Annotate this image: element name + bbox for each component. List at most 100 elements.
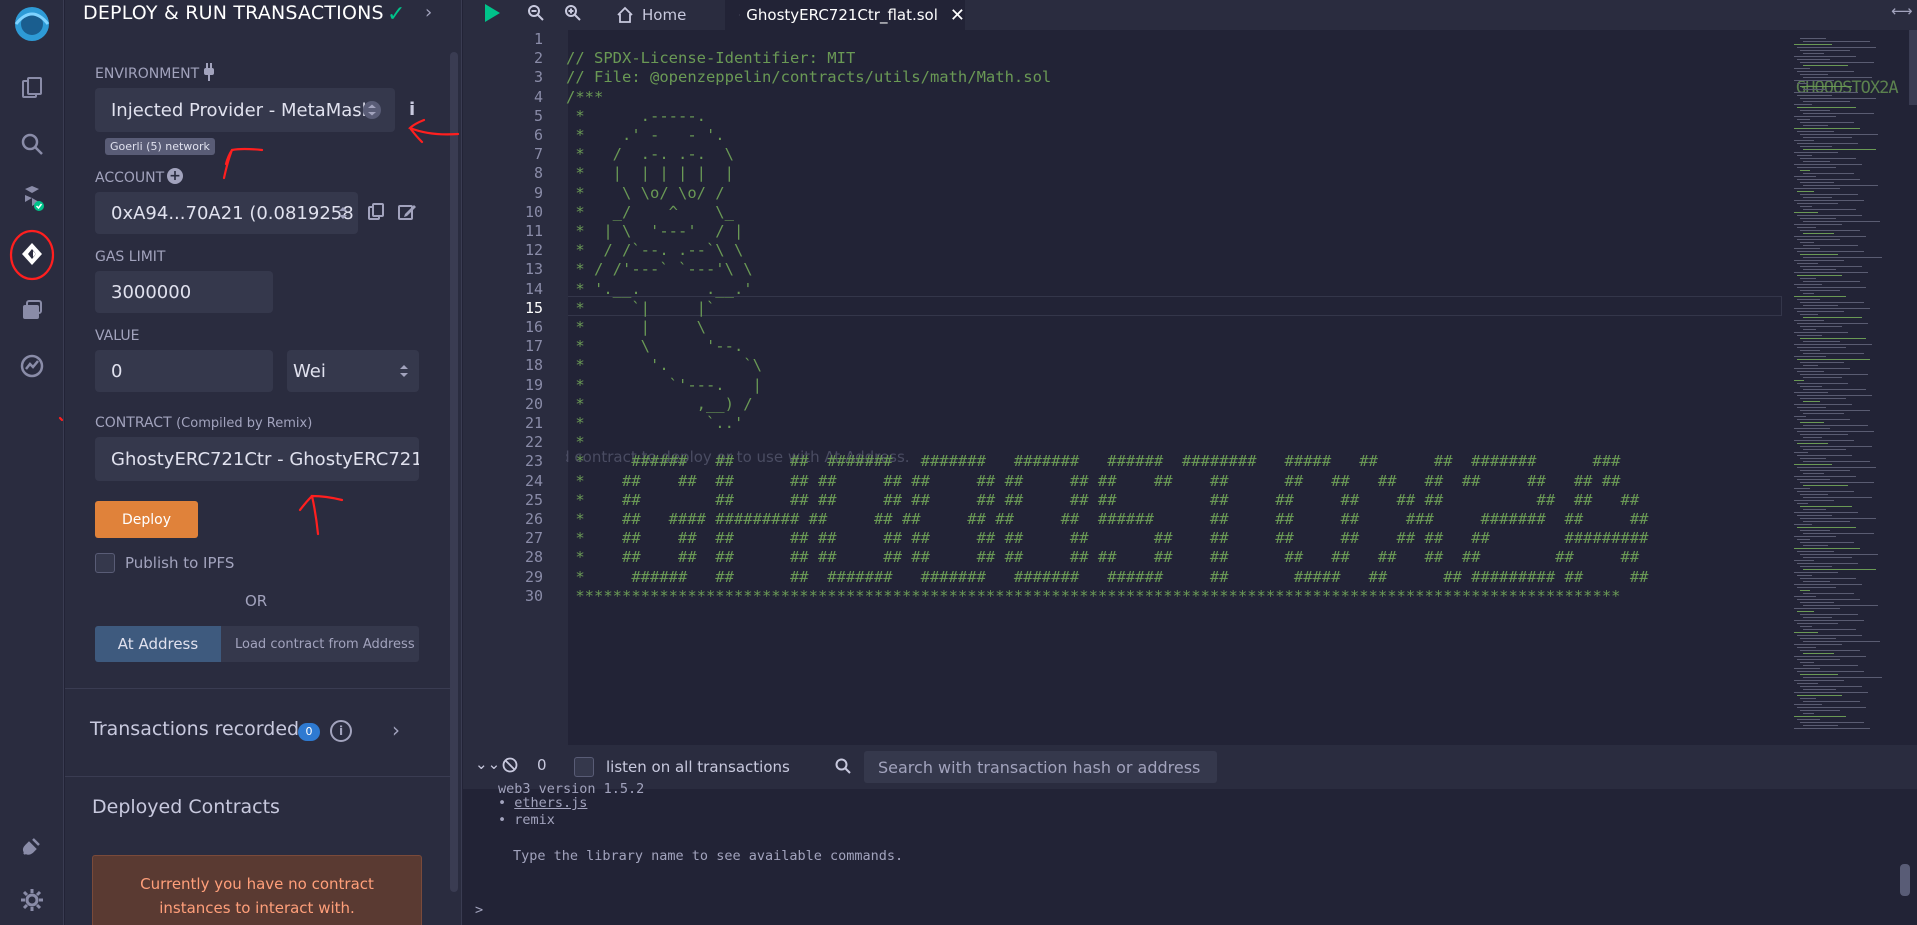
gas-limit-input[interactable]: 3000000: [95, 271, 273, 313]
minimap-line: [1797, 479, 1830, 480]
line-number: 10: [524, 202, 543, 221]
at-address-input[interactable]: Load contract from Address: [221, 626, 419, 662]
plug-icon: [201, 62, 217, 86]
chevron-right-icon[interactable]: ›: [392, 718, 400, 742]
plugin-manager-icon[interactable]: [12, 826, 52, 866]
contract-select[interactable]: GhostyERC721Ctr - GhostyERC721C: [95, 437, 419, 481]
minimap-line: [1800, 254, 1838, 255]
clear-console-icon[interactable]: [502, 757, 518, 777]
line-number: 13: [524, 260, 543, 279]
minimap-line: [1803, 41, 1870, 42]
minimap-line: [1794, 428, 1830, 429]
analytics-icon[interactable]: [12, 346, 52, 386]
code-line: // File: @openzeppelin/contracts/utils/m…: [566, 68, 1052, 87]
code-line: * .' - - '.: [566, 126, 725, 144]
solidity-compiler-icon[interactable]: [12, 178, 52, 218]
minimap-line: [1794, 584, 1862, 585]
minimap-line: [1794, 392, 1828, 393]
minimap-line: [1800, 554, 1878, 555]
code-line: * ###### ## ## ####### ####### ####### #…: [566, 452, 1621, 471]
minimap-line: [1803, 257, 1882, 258]
minimap-line: [1800, 662, 1814, 663]
minimap-line: [1797, 587, 1836, 588]
tab-file[interactable]: GhostyERC721Ctr_flat.sol ✕: [725, 0, 965, 30]
line-number: 3: [533, 68, 543, 87]
value-amount-input[interactable]: 0: [95, 350, 273, 392]
minimap-line: [1794, 356, 1826, 357]
environment-value: Injected Provider - MetaMask: [111, 99, 373, 121]
minimap-line: [1794, 92, 1858, 93]
tx-search-placeholder: Search with transaction hash or address: [878, 757, 1201, 777]
zoom-out-icon[interactable]: [527, 4, 545, 26]
line-number: 24: [524, 471, 543, 490]
transactions-recorded[interactable]: Transactions recorded: [90, 718, 299, 740]
publish-ipfs-checkbox[interactable]: [95, 553, 115, 573]
expand-icon[interactable]: ⟷: [1891, 2, 1913, 20]
line-number: 23: [524, 452, 543, 471]
collapse-terminal-icon[interactable]: ⌄⌄: [475, 755, 500, 773]
close-tab-icon[interactable]: ✕: [950, 5, 965, 26]
minimap-line: [1803, 305, 1838, 306]
minimap-line: [1794, 608, 1840, 609]
minimap-line: [1803, 605, 1878, 606]
terminal-output[interactable]: web3 version 1.5.2 • ethers.js • remix T…: [463, 781, 1917, 925]
code-minimap[interactable]: GHOOOSTOX2A: [1782, 30, 1917, 745]
copy-icon[interactable]: [367, 202, 385, 226]
minimap-line: [1794, 224, 1842, 225]
edit-icon[interactable]: [397, 202, 417, 226]
terminal-scrollbar[interactable]: [1900, 864, 1910, 896]
minimap-line: [1800, 446, 1872, 447]
minimap-line: [1794, 368, 1850, 369]
panel-scrollbar[interactable]: [450, 52, 458, 892]
file-explorer-icon[interactable]: [12, 68, 52, 108]
line-number: 4: [533, 87, 543, 106]
info-circle-icon[interactable]: i: [330, 720, 352, 742]
value-unit-select[interactable]: Wei: [287, 350, 419, 392]
code-line: * / /'---` `---'\ \: [566, 260, 753, 279]
deploy-button[interactable]: Deploy: [95, 501, 198, 538]
minimap-line: [1803, 461, 1870, 462]
minimap-line: [1797, 143, 1858, 144]
minimap-line: [1800, 614, 1858, 615]
info-icon[interactable]: i: [409, 99, 415, 120]
at-address-button[interactable]: At Address: [95, 626, 221, 662]
minimap-line: [1803, 653, 1834, 654]
listen-checkbox[interactable]: [574, 757, 594, 777]
code-editor[interactable]: Select a compiled contract to deploy or …: [566, 30, 1782, 745]
minimap-scrollbar[interactable]: [1909, 30, 1917, 105]
zoom-in-icon[interactable]: [564, 4, 582, 26]
minimap-line: [1800, 290, 1840, 291]
environment-select[interactable]: Injected Provider - MetaMask: [95, 88, 395, 132]
remix-logo-icon[interactable]: [8, 2, 56, 42]
minimap-line: [1797, 275, 1842, 276]
chevron-right-icon[interactable]: ›: [425, 2, 432, 23]
terminal-prompt[interactable]: >: [475, 902, 483, 918]
terminal-item-ethers[interactable]: • ethers.js: [498, 795, 587, 811]
add-account-icon[interactable]: +: [167, 168, 183, 184]
minimap-line: [1800, 278, 1816, 279]
minimap-line: [1803, 701, 1860, 702]
minimap-line: [1797, 287, 1866, 288]
minimap-line: [1803, 677, 1882, 678]
code-line: * \ \o/ \o/ /: [566, 183, 725, 202]
minimap-line: [1797, 359, 1870, 360]
minimap-line: [1797, 71, 1854, 72]
minimap-line: [1794, 80, 1834, 81]
minimap-line: [1797, 191, 1814, 192]
at-address-placeholder: Load contract from Address: [235, 636, 415, 652]
minimap-line: [1794, 680, 1844, 681]
minimap-line: [1797, 371, 1824, 372]
run-icon[interactable]: [483, 3, 501, 27]
tx-search-input[interactable]: Search with transaction hash or address: [864, 751, 1217, 783]
account-select[interactable]: 0xA94...70A21 (0.0819258: [95, 192, 358, 234]
search-icon: [835, 758, 851, 778]
minimap-line: [1797, 623, 1838, 624]
code-line: * / /`--. .--`\ \: [566, 241, 744, 260]
file-manager-icon[interactable]: [12, 290, 52, 330]
settings-gear-icon[interactable]: [12, 880, 52, 920]
minimap-line: [1797, 431, 1874, 432]
search-icon[interactable]: [12, 124, 52, 164]
minimap-line: [1794, 212, 1818, 213]
minimap-line: [1803, 293, 1814, 294]
tab-home[interactable]: Home: [608, 0, 723, 30]
